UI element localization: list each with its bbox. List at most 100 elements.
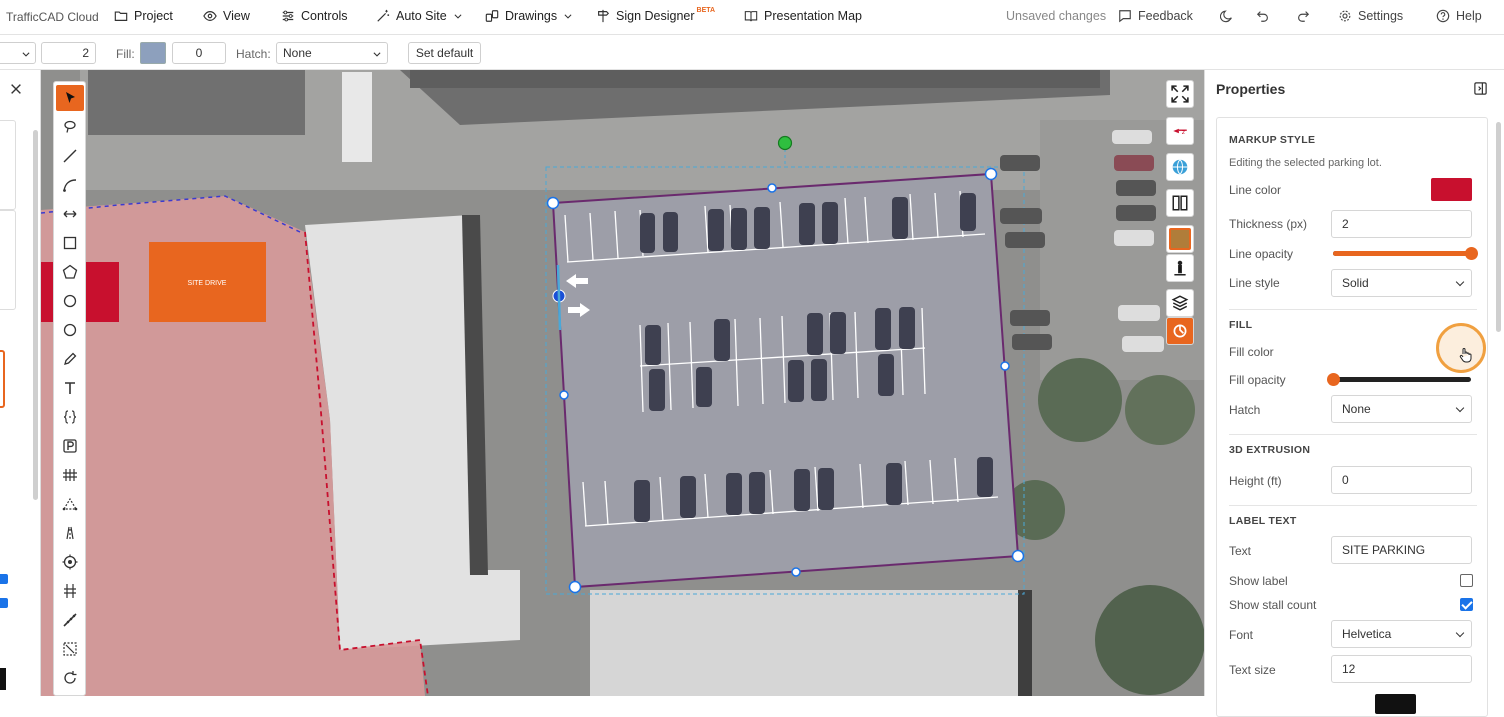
pencil-tool[interactable] xyxy=(56,346,84,372)
dimension-tool[interactable] xyxy=(56,201,84,227)
triangle-path-icon xyxy=(62,497,78,511)
book-open-icon xyxy=(744,11,758,22)
target-tool[interactable] xyxy=(56,549,84,575)
bottom-building xyxy=(590,590,1020,696)
circle-outline-icon xyxy=(63,323,77,337)
road-tool[interactable] xyxy=(56,520,84,546)
measure-tool[interactable] xyxy=(56,607,84,633)
fill-hatch-label: Hatch xyxy=(1229,403,1261,417)
fill-opacity-knob[interactable] xyxy=(1326,373,1340,386)
north-arrow-button[interactable]: z xyxy=(1166,117,1194,145)
extrusion-heading: 3D EXTRUSION xyxy=(1229,444,1311,456)
layer-checkbox[interactable] xyxy=(0,598,8,608)
square-icon xyxy=(63,236,77,250)
selected-panel-card[interactable] xyxy=(0,350,5,408)
line-color-label: Line color xyxy=(1229,183,1282,197)
close-icon[interactable] xyxy=(9,82,23,96)
rotation-handle[interactable] xyxy=(777,135,793,151)
feedback-button[interactable]: Feedback xyxy=(1118,9,1193,23)
undo-button[interactable] xyxy=(1256,9,1270,23)
compass-icon: z xyxy=(1173,128,1187,136)
menu-controls-label: Controls xyxy=(301,9,348,23)
height-value: 0 xyxy=(1342,473,1349,487)
street-view-button[interactable] xyxy=(1166,254,1194,282)
fill-color-swatch[interactable] xyxy=(140,42,166,64)
line-color-swatch[interactable] xyxy=(1431,178,1472,201)
properties-scrollbar[interactable] xyxy=(1496,122,1501,332)
height-input[interactable]: 0 xyxy=(1331,466,1472,494)
layers-button[interactable] xyxy=(1166,289,1194,317)
map-canvas[interactable]: SITE DRIVE xyxy=(41,70,1204,696)
left-panel xyxy=(0,70,41,696)
aerial-map[interactable]: SITE DRIVE xyxy=(41,70,1204,696)
drawing-tools xyxy=(53,81,86,696)
line-opacity-slider[interactable] xyxy=(1333,247,1478,260)
font-select[interactable]: Helvetica xyxy=(1331,620,1472,648)
fill-value-input[interactable]: 0 xyxy=(172,42,226,64)
area-select-tool[interactable] xyxy=(56,636,84,662)
select-tool[interactable] xyxy=(56,85,84,111)
redo-button[interactable] xyxy=(1296,9,1310,23)
label-text-input[interactable]: SITE PARKING xyxy=(1331,536,1472,564)
text-size-input[interactable]: 12 xyxy=(1331,655,1472,683)
fill-hatch-select[interactable]: None xyxy=(1331,395,1472,423)
globe-button[interactable] xyxy=(1166,153,1194,181)
menu-view[interactable]: View xyxy=(203,9,250,23)
text-color-swatch[interactable] xyxy=(1375,694,1416,714)
rotate-tool[interactable] xyxy=(56,665,84,691)
show-label-checkbox[interactable] xyxy=(1460,574,1473,587)
basemap-button[interactable] xyxy=(1166,225,1194,253)
help-button[interactable]: Help xyxy=(1436,9,1482,23)
dark-mode-button[interactable] xyxy=(1220,9,1234,23)
settings-button[interactable]: Settings xyxy=(1338,9,1403,23)
label-text-value: SITE PARKING xyxy=(1342,543,1426,557)
grid-tool[interactable] xyxy=(56,462,84,488)
menu-controls[interactable]: Controls xyxy=(281,9,348,23)
eye-icon xyxy=(203,11,217,21)
set-default-button[interactable]: Set default xyxy=(408,42,481,64)
panel-scrollbar[interactable] xyxy=(33,130,38,500)
fullscreen-button[interactable] xyxy=(1166,80,1194,108)
split-book-icon xyxy=(1172,195,1188,211)
menu-project[interactable]: Project xyxy=(114,9,173,23)
crosswalk-icon xyxy=(64,584,76,598)
line-opacity-knob[interactable] xyxy=(1464,247,1478,260)
fill-opacity-slider[interactable] xyxy=(1326,373,1471,386)
menu-sign-designer[interactable]: Sign Designer BETA xyxy=(596,7,715,23)
parking-tool[interactable] xyxy=(56,433,84,459)
rectangle-tool[interactable] xyxy=(56,230,84,256)
curve-tool[interactable] xyxy=(56,172,84,198)
variable-tool[interactable] xyxy=(56,404,84,430)
show-stall-count-checkbox[interactable] xyxy=(1460,598,1473,611)
split-view-button[interactable] xyxy=(1166,189,1194,217)
menu-presentation-map[interactable]: Presentation Map xyxy=(744,9,862,23)
panel-card xyxy=(0,210,16,310)
thickness-input[interactable]: 2 xyxy=(1331,210,1472,238)
crosswalk-tool[interactable] xyxy=(56,578,84,604)
section-divider xyxy=(1229,505,1477,506)
hatch-select[interactable]: None xyxy=(276,42,388,64)
menu-auto-site[interactable]: Auto Site xyxy=(376,9,463,23)
path-tool[interactable] xyxy=(56,491,84,517)
line-style-select[interactable]: Solid xyxy=(1331,269,1472,297)
section-divider xyxy=(1229,309,1477,310)
locate-button[interactable] xyxy=(1166,317,1194,345)
line-tool[interactable] xyxy=(56,143,84,169)
app-brand[interactable]: TrafficCAD Cloud xyxy=(6,10,99,24)
lasso-tool[interactable] xyxy=(56,114,84,140)
collapse-panel-icon[interactable] xyxy=(1473,81,1488,96)
circle-icon xyxy=(63,294,77,308)
line-width-input[interactable]: 2 xyxy=(41,42,96,64)
redo-icon xyxy=(1298,11,1310,22)
line-type-select[interactable] xyxy=(0,42,36,64)
hatch-value: None xyxy=(283,46,312,60)
menu-drawings[interactable]: Drawings xyxy=(485,9,573,23)
tree xyxy=(1095,585,1204,695)
ellipse-tool[interactable] xyxy=(56,317,84,343)
polygon-tool[interactable] xyxy=(56,259,84,285)
hatch-label: Hatch: xyxy=(236,47,271,61)
text-tool[interactable] xyxy=(56,375,84,401)
layer-checkbox[interactable] xyxy=(0,574,8,584)
circle-tool[interactable] xyxy=(56,288,84,314)
tree xyxy=(1125,375,1195,445)
